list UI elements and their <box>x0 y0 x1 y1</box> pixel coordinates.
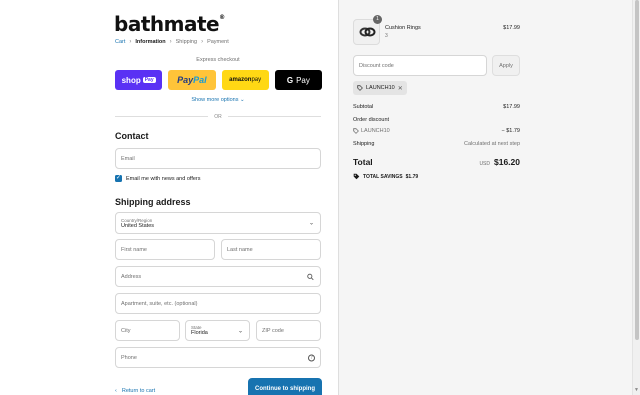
apply-discount-button[interactable]: Apply <box>492 55 520 76</box>
applied-code-label: LAUNCH10 <box>366 85 395 91</box>
breadcrumb-shipping: Shipping <box>175 39 198 45</box>
discount-code-row: LAUNCH10 − $1.79 <box>353 128 520 134</box>
breadcrumb: Cart › Information › Shipping › Payment <box>115 39 229 45</box>
total-row: Total USD $16.20 <box>353 157 520 167</box>
help-icon[interactable]: ? <box>308 354 315 361</box>
google-pay-label: Pay <box>296 75 310 85</box>
discount-code-input[interactable] <box>359 62 481 69</box>
page-scrollbar[interactable]: ▲ ▼ <box>632 0 640 395</box>
total-savings: TOTAL SAVINGS $1.79 <box>353 173 418 180</box>
breadcrumb-information: Information <box>135 39 166 45</box>
breadcrumb-payment: Payment <box>207 39 229 45</box>
zip-field[interactable] <box>256 320 321 341</box>
country-select[interactable]: Country/Region United States ⌄ <box>115 212 321 234</box>
apartment-input[interactable] <box>121 300 315 307</box>
divider-line <box>115 116 209 117</box>
zip-input[interactable] <box>262 327 315 334</box>
chevron-down-icon: ⌄ <box>237 328 243 334</box>
state-value: Florida <box>191 330 208 336</box>
apartment-field[interactable] <box>115 293 321 314</box>
continue-to-shipping-button[interactable]: Continue to shipping <box>248 378 322 395</box>
newsletter-checkbox-row[interactable]: ✓ Email me with news and offers <box>115 175 201 182</box>
chevron-right-icon: › <box>201 39 204 45</box>
state-select[interactable]: State Florida ⌄ <box>185 320 250 341</box>
address-field[interactable] <box>115 266 321 287</box>
shop-pay-button[interactable]: shop Pay <box>115 70 163 90</box>
order-discount-label: Order discount <box>353 117 390 123</box>
first-name-input[interactable] <box>121 246 209 253</box>
quantity-badge: 1 <box>373 15 382 24</box>
product-price: $17.99 <box>503 25 520 31</box>
subtotal-row: Subtotal $17.99 <box>353 104 520 110</box>
discount-code-field[interactable] <box>353 55 487 76</box>
city-input[interactable] <box>121 327 174 334</box>
shop-pay-label: shop <box>121 75 141 85</box>
show-more-options-link[interactable]: Show more options ⌄ <box>115 97 321 103</box>
checkbox-checked-icon[interactable]: ✓ <box>115 175 122 182</box>
city-field[interactable] <box>115 320 180 341</box>
shipping-label: Shipping <box>353 141 375 147</box>
remove-discount-icon[interactable]: ✕ <box>398 85 403 92</box>
phone-field[interactable]: ? <box>115 347 321 368</box>
country-value: United States <box>121 222 155 229</box>
shipping-row: Shipping Calculated at next step <box>353 141 520 147</box>
return-label: Return to cart <box>121 388 156 394</box>
product-name: Cushion Rings <box>385 25 421 31</box>
product-variant: 3 <box>385 33 388 39</box>
scroll-down-icon[interactable]: ▼ <box>634 387 639 393</box>
total-value: $16.20 <box>494 157 520 167</box>
email-field[interactable] <box>115 148 321 169</box>
paypal-label-a: Pay <box>177 75 194 85</box>
google-g-icon: G <box>286 75 294 85</box>
savings-value: $1.79 <box>405 173 419 180</box>
total-label: Total <box>353 157 373 167</box>
shipping-address-heading: Shipping address <box>115 197 191 207</box>
subtotal-label: Subtotal <box>353 104 374 110</box>
order-discount-row: Order discount <box>353 117 520 123</box>
address-input[interactable] <box>121 273 315 280</box>
scrollbar-thumb[interactable] <box>635 0 639 340</box>
phone-input[interactable] <box>121 354 315 361</box>
shipping-value: Calculated at next step <box>464 141 520 147</box>
google-pay-button[interactable]: G Pay <box>274 70 322 90</box>
return-to-cart-link[interactable]: ‹ Return to cart <box>115 388 155 394</box>
amazon-pay-button[interactable]: amazon pay <box>221 70 269 90</box>
chevron-down-icon: ⌄ <box>308 220 314 227</box>
chevron-right-icon: › <box>129 39 132 45</box>
last-name-input[interactable] <box>227 246 315 253</box>
amazon-label-b: pay <box>251 77 262 83</box>
or-label: OR <box>214 113 222 120</box>
savings-label: TOTAL SAVINGS <box>363 173 403 180</box>
paypal-button[interactable]: Pay Pal <box>168 70 216 90</box>
paypal-label-b: Pal <box>193 75 207 85</box>
express-checkout-title: Express checkout <box>196 57 240 63</box>
chevron-right-icon: › <box>169 39 172 45</box>
product-image <box>359 27 375 37</box>
divider-line <box>227 116 321 117</box>
contact-heading: Contact <box>115 131 149 141</box>
currency-label: USD <box>479 161 490 167</box>
shop-pay-badge: Pay <box>142 77 156 83</box>
or-divider: OR <box>115 113 321 120</box>
discount-code-label: LAUNCH10 <box>361 128 390 134</box>
discount-value: − $1.79 <box>501 128 520 134</box>
tag-icon <box>357 85 363 91</box>
chevron-left-icon: ‹ <box>115 388 117 394</box>
tag-icon <box>353 173 360 180</box>
subtotal-value: $17.99 <box>503 104 520 110</box>
tag-icon <box>353 128 359 134</box>
amazon-label-a: amazon <box>229 77 252 83</box>
email-input[interactable] <box>121 155 315 162</box>
newsletter-label: Email me with news and offers <box>126 175 201 182</box>
first-name-field[interactable] <box>115 239 215 260</box>
brand-logo[interactable]: bathmate® <box>114 12 225 36</box>
checkout-main-panel: bathmate® Cart › Information › Shipping … <box>0 0 338 395</box>
search-icon <box>307 273 314 280</box>
applied-discount-chip: LAUNCH10 ✕ <box>353 81 407 95</box>
last-name-field[interactable] <box>221 239 321 260</box>
express-pay-buttons: shop Pay Pay Pal amazon pay G Pay <box>115 70 322 90</box>
breadcrumb-cart[interactable]: Cart <box>115 39 125 45</box>
